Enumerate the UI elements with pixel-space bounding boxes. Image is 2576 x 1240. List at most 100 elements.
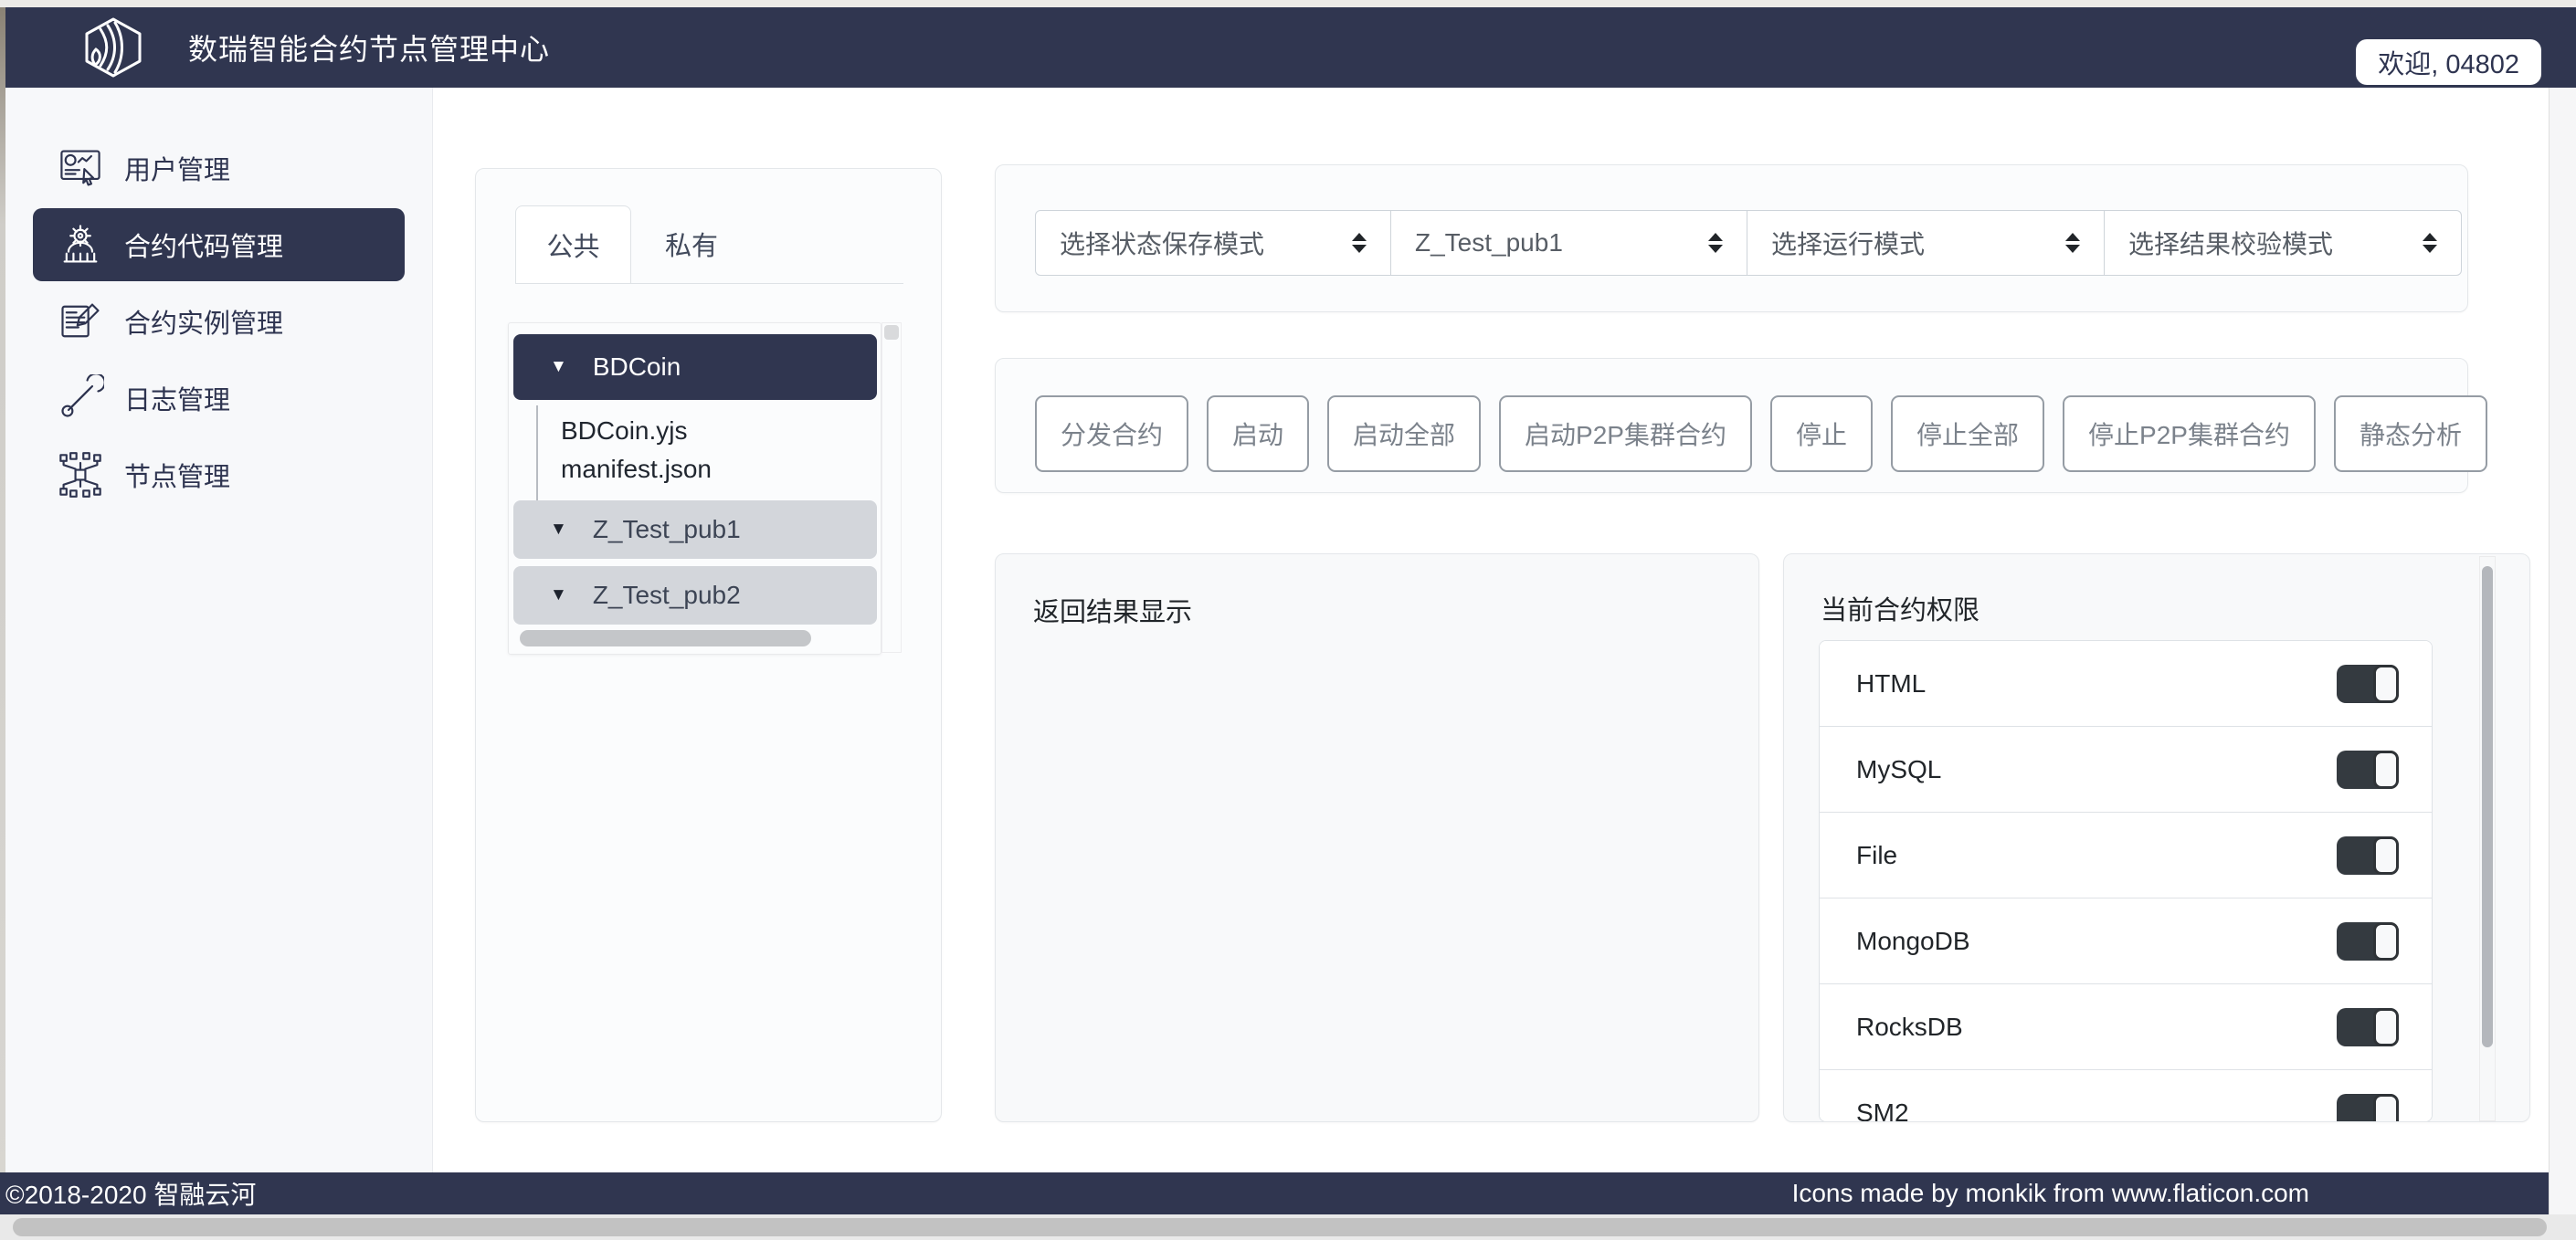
permission-toggle-mongodb[interactable]: [2337, 922, 2399, 961]
select-value: 选择运行模式: [1771, 225, 1925, 261]
permission-label: RocksDB: [1856, 1013, 1963, 1042]
page-horizontal-scrollbar-thumb[interactable]: [13, 1218, 2547, 1236]
tree-node-z-test-pub2[interactable]: ▼ Z_Test_pub2: [513, 566, 877, 625]
window-top-edge: [0, 0, 2576, 7]
network-icon: [57, 451, 104, 499]
sidebar-item-contract-instance-management[interactable]: 合约实例管理: [33, 285, 405, 358]
tree-vertical-scrollbar[interactable]: [882, 322, 902, 653]
permissions-panel-title: 当前合约权限: [1821, 589, 1980, 627]
contract-permissions-panel: 当前合约权限 HTML MySQL File MongoDB RocksDB S…: [1783, 553, 2530, 1122]
sidebar-item-node-management[interactable]: 节点管理: [33, 438, 405, 511]
sidebar-item-label: 用户管理: [124, 149, 230, 187]
contract-tree: ▼ BDCoin BDCoin.yjs manifest.json ▼ Z_Te…: [508, 322, 882, 655]
select-value: Z_Test_pub1: [1415, 228, 1563, 257]
welcome-user-button[interactable]: 欢迎, 04802: [2356, 39, 2541, 85]
sidebar-item-label: 日志管理: [124, 379, 230, 417]
app-header: 数瑞智能合约节点管理中心 欢迎, 04802: [5, 7, 2576, 88]
stop-p2p-cluster-button[interactable]: 停止P2P集群合约: [2063, 395, 2316, 472]
tab-public[interactable]: 公共: [515, 205, 631, 283]
stop-all-button[interactable]: 停止全部: [1891, 395, 2044, 472]
page-horizontal-scrollbar[interactable]: [0, 1214, 2576, 1240]
permission-row-file: File: [1820, 813, 2432, 898]
result-panel-title: 返回结果显示: [1033, 591, 1192, 629]
contract-actions-toolbar: 分发合约 启动 启动全部 启动P2P集群合约 停止 停止全部 停止P2P集群合约…: [995, 358, 2468, 493]
run-mode-select[interactable]: 选择运行模式: [1747, 210, 2105, 276]
permission-toggle-rocksdb[interactable]: [2337, 1008, 2399, 1046]
copyright-text: ©2018-2020 智融云河: [5, 1175, 256, 1212]
contract-select[interactable]: Z_Test_pub1: [1390, 210, 1747, 276]
toggle-knob: [2373, 1008, 2399, 1046]
toggle-knob: [2373, 836, 2399, 875]
permission-row-sm2: SM2: [1820, 1070, 2432, 1122]
distribute-contract-button[interactable]: 分发合约: [1035, 395, 1188, 472]
tree-node-label: Z_Test_pub2: [593, 581, 741, 610]
permission-label: SM2: [1856, 1098, 1909, 1123]
toggle-knob: [2373, 665, 2399, 703]
result-verify-mode-select[interactable]: 选择结果校验模式: [2104, 210, 2462, 276]
permission-toggle-mysql[interactable]: [2337, 751, 2399, 789]
permission-toggle-file[interactable]: [2337, 836, 2399, 875]
page-title: 数瑞智能合约节点管理中心: [188, 7, 550, 88]
caret-down-icon: ▼: [550, 357, 567, 377]
select-value: 选择结果校验模式: [2128, 225, 2333, 261]
select-value: 选择状态保存模式: [1060, 225, 1264, 261]
tree-indent-line: [536, 405, 538, 508]
permission-row-mongodb: MongoDB: [1820, 898, 2432, 984]
tab-private[interactable]: 私有: [631, 205, 752, 282]
tree-node-label: BDCoin: [593, 352, 681, 382]
mode-select-toolbar: 选择状态保存模式 Z_Test_pub1 选择运行模式 选择结果校验模式: [995, 164, 2468, 312]
permission-label: File: [1856, 841, 1897, 870]
static-analysis-button[interactable]: 静态分析: [2334, 395, 2487, 472]
select-arrows-icon: [1352, 233, 1367, 253]
visibility-tabs: 公共 私有: [515, 205, 903, 284]
user-board-icon: [57, 144, 104, 192]
permission-label: MongoDB: [1856, 927, 1970, 956]
select-arrows-icon: [2065, 233, 2080, 253]
permission-toggle-sm2[interactable]: [2337, 1094, 2399, 1123]
actions-button-row: 分发合约 启动 启动全部 启动P2P集群合约 停止 停止全部 停止P2P集群合约…: [1035, 395, 2487, 472]
app-logo-icon: [80, 15, 146, 80]
tree-file-manifest-json[interactable]: manifest.json: [561, 451, 712, 488]
toggle-knob: [2373, 1094, 2399, 1123]
toggle-knob: [2373, 922, 2399, 961]
page-vertical-scrollbar[interactable]: [2549, 88, 2576, 1214]
contract-file-panel: 公共 私有 ▼ BDCoin BDCoin.yjs manifest.json …: [475, 168, 942, 1122]
select-group: 选择状态保存模式 Z_Test_pub1 选择运行模式 选择结果校验模式: [1035, 210, 2462, 276]
start-all-button[interactable]: 启动全部: [1327, 395, 1481, 472]
permission-toggle-html[interactable]: [2337, 665, 2399, 703]
gear-crowd-icon: [57, 221, 104, 268]
permissions-scrollbar-thumb[interactable]: [2482, 566, 2493, 1047]
sidebar-item-user-management[interactable]: 用户管理: [33, 131, 405, 205]
state-save-mode-select[interactable]: 选择状态保存模式: [1035, 210, 1391, 276]
permissions-scrollbar[interactable]: [2479, 556, 2496, 1121]
permission-row-html: HTML: [1820, 641, 2432, 727]
start-p2p-cluster-button[interactable]: 启动P2P集群合约: [1499, 395, 1752, 472]
tree-horizontal-scrollbar-thumb[interactable]: [520, 630, 811, 646]
doc-pencil-icon: [57, 298, 104, 345]
sidebar-item-label: 节点管理: [124, 456, 230, 494]
tools-icon: [57, 374, 104, 422]
permission-label: HTML: [1856, 669, 1926, 699]
tree-node-z-test-pub1[interactable]: ▼ Z_Test_pub1: [513, 500, 877, 559]
sidebar-item-log-management[interactable]: 日志管理: [33, 362, 405, 435]
stop-button[interactable]: 停止: [1770, 395, 1873, 472]
select-arrows-icon: [2423, 233, 2437, 253]
permission-row-rocksdb: RocksDB: [1820, 984, 2432, 1070]
tree-file-bdcoin-yjs[interactable]: BDCoin.yjs: [561, 413, 687, 449]
sidebar-item-label: 合约实例管理: [124, 302, 283, 341]
tree-vertical-scrollbar-thumb[interactable]: [884, 325, 899, 340]
permission-row-mysql: MySQL: [1820, 727, 2432, 813]
tree-node-label: Z_Test_pub1: [593, 515, 741, 544]
result-display-panel: 返回结果显示: [995, 553, 1759, 1122]
caret-down-icon: ▼: [550, 585, 567, 605]
sidebar-item-contract-code-management[interactable]: 合约代码管理: [33, 208, 405, 281]
tree-node-bdcoin[interactable]: ▼ BDCoin: [513, 334, 877, 400]
sidebar-nav: 用户管理 合约代码管理 合约实例管理: [5, 88, 433, 1172]
start-button[interactable]: 启动: [1207, 395, 1309, 472]
select-arrows-icon: [1708, 233, 1723, 253]
permission-label: MySQL: [1856, 755, 1941, 784]
permissions-list: HTML MySQL File MongoDB RocksDB SM2: [1819, 640, 2433, 1122]
caret-down-icon: ▼: [550, 520, 567, 540]
toggle-knob: [2373, 751, 2399, 789]
sidebar-item-label: 合约代码管理: [124, 226, 283, 264]
